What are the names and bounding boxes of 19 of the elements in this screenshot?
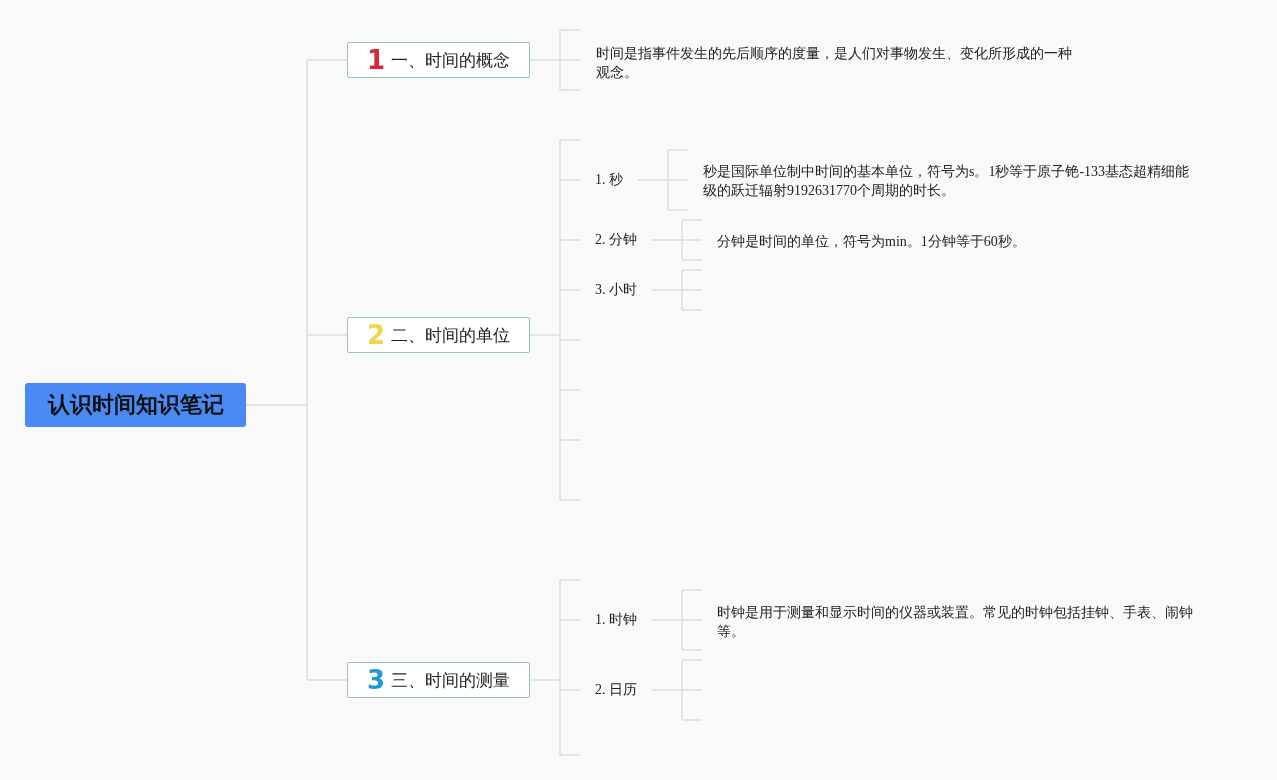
- topic-number: 3: [366, 667, 386, 693]
- branch-topic[interactable]: 2 二、时间的单位: [347, 317, 530, 353]
- subtopic-label[interactable]: 2. 日历: [595, 680, 637, 700]
- branch-topic[interactable]: 3 三、时间的测量: [347, 662, 530, 698]
- topic-number: 1: [366, 47, 386, 73]
- topic-title: 二、时间的单位: [391, 323, 511, 347]
- note-text: 时间是指事件发生的先后顺序的度量，是人们对事物发生、变化所形成的一种观念。: [596, 44, 1073, 82]
- branch-topic[interactable]: 1 一、时间的概念: [347, 42, 530, 78]
- note-text: 秒是国际单位制中时间的基本单位，符号为s。1秒等于原子铯-133基态超精细能级的跃迁辐射9192631770个周期的时长。: [703, 163, 1191, 200]
- note-text: 分钟是时间的单位，符号为min。1分钟等于60秒。: [717, 233, 1027, 251]
- topic-title: 一、时间的概念: [391, 48, 511, 72]
- subtopic-label[interactable]: 1. 时钟: [595, 610, 637, 630]
- subtopic-label[interactable]: 3. 小时: [595, 280, 637, 300]
- root-topic[interactable]: 认识时间知识笔记: [25, 383, 246, 427]
- note-text: 时钟是用于测量和显示时间的仪器或装置。常见的时钟包括挂钟、手表、闹钟等。: [717, 604, 1194, 641]
- subtopic-label[interactable]: 1. 秒: [595, 170, 623, 190]
- subtopic-label[interactable]: 2. 分钟: [595, 230, 637, 250]
- topic-title: 三、时间的测量: [391, 668, 511, 692]
- topic-number: 2: [366, 322, 386, 348]
